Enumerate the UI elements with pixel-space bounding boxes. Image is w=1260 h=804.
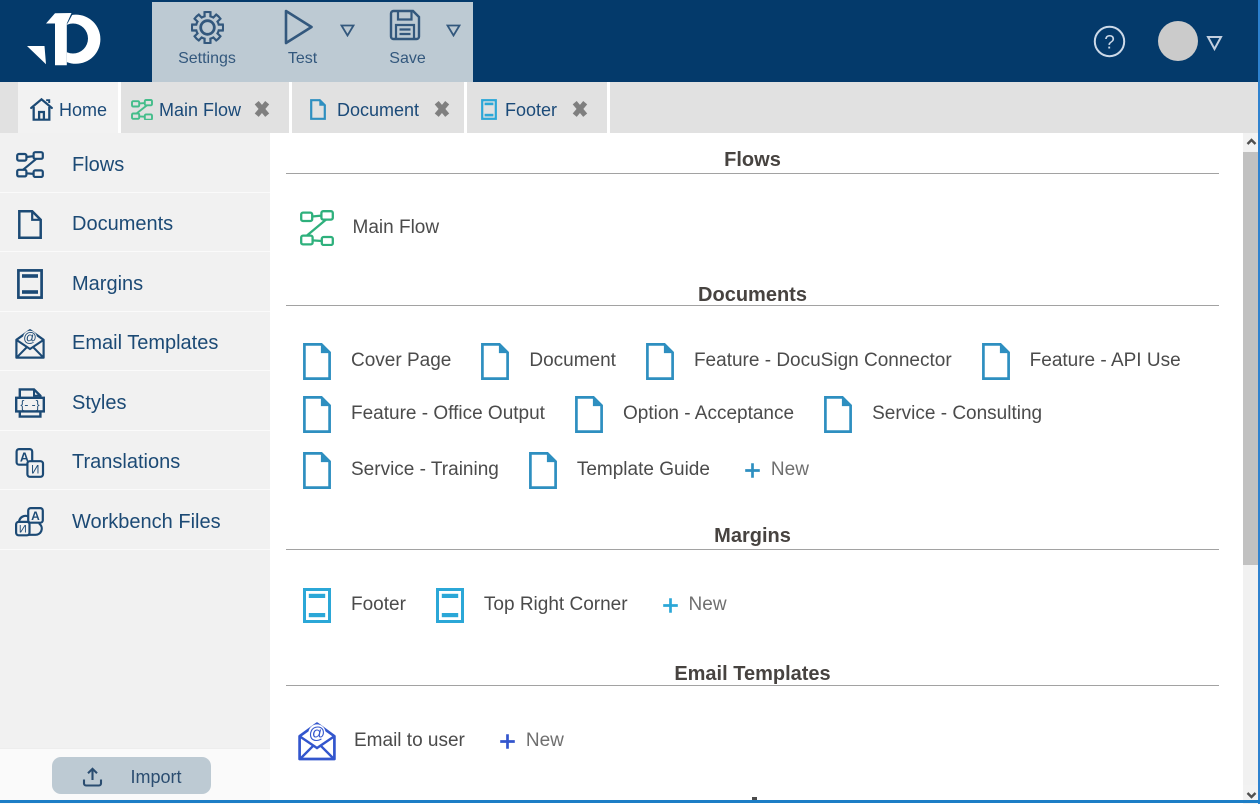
svg-text:?: ? [1104,33,1115,54]
svg-text:@: @ [23,330,37,345]
svg-text:@: @ [309,724,326,742]
svg-text:И: И [31,464,39,476]
svg-text:A: A [31,509,40,523]
svg-text:И: И [19,524,27,536]
svg-text:{- -}: {- -} [20,398,39,412]
